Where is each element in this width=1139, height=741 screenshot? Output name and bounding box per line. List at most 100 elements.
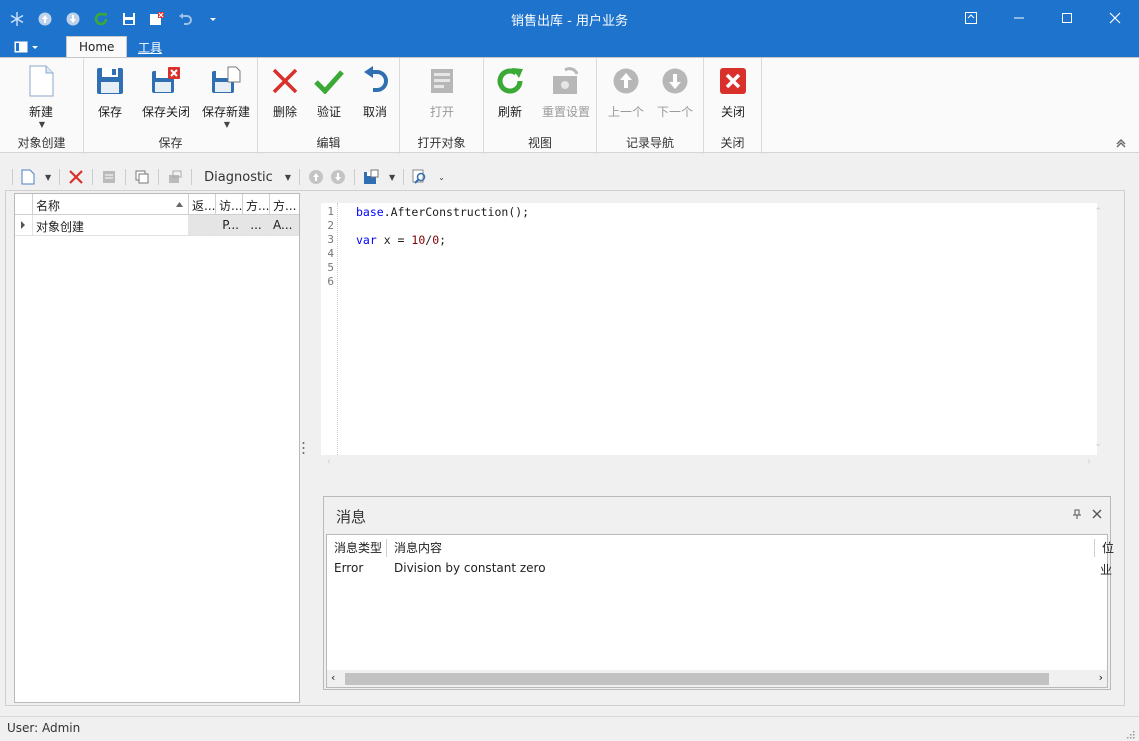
group-view: 刷新 重置设置 视图 [484,58,597,154]
group-edit: 删除 验证 取消 编辑 [258,58,400,154]
cell-access: P... [216,215,243,235]
scroll-left-icon[interactable]: ‹ [331,671,335,684]
panel-splitter-handle[interactable] [302,441,305,455]
refresh-button[interactable]: 刷新 [486,64,534,120]
open-button[interactable]: 打开 [418,64,466,120]
previous-record-button[interactable]: 上一个 [602,64,650,120]
horizontal-scrollbar[interactable]: ‹ › [327,670,1107,687]
save-item-button[interactable]: ▼ [360,166,398,188]
scrollbar-thumb[interactable] [345,673,1049,685]
diagnostic-dropdown[interactable]: Diagnostic ▼ [197,166,294,188]
minimize-icon[interactable] [995,0,1043,36]
find-button[interactable]: ⌄ [409,166,448,188]
save-close-button[interactable]: 保存关闭 [138,64,194,120]
code-editor[interactable]: 1 2 3 4 5 6 base.AfterConstruction(); va… [321,203,1102,467]
save-new-button[interactable]: 保存新建 ▼ [198,64,254,129]
reset-settings-button[interactable]: 重置设置 [536,64,596,120]
new-document-icon [21,169,35,185]
application-menu-button[interactable] [14,38,50,56]
group-record-navigation: 上一个 下一个 记录导航 [597,58,704,154]
cell-message-content: Division by constant zero [394,561,546,575]
line-number: 2 [327,219,334,232]
line-number: 6 [327,275,334,288]
list-button[interactable] [98,166,120,188]
messages-table: 消息类型 消息内容 位 Error Division by constant z… [326,534,1114,688]
toolbar-separator [125,169,127,185]
cell-return [189,215,216,235]
delete-label: 删除 [272,105,297,119]
line-number: 4 [327,247,334,260]
close-panel-icon[interactable] [1092,508,1102,522]
code-token-var: var [356,233,377,247]
copy-button[interactable] [131,166,153,188]
reset-settings-label: 重置设置 [541,105,590,119]
new-button[interactable]: 新建 ▼ [17,64,65,129]
new-item-button[interactable]: ▼ [18,166,54,188]
group-close: 关闭 关闭 [704,58,762,154]
group-label-record-navigation: 记录导航 [625,136,674,150]
sort-ascending-icon [175,198,184,212]
link-button[interactable] [164,166,186,188]
code-line-1: base.AfterConstruction(); [356,205,529,219]
next-record-button[interactable]: 下一个 [651,64,699,120]
arrow-down-circle-icon [658,64,692,98]
cell-method-1: ... [243,215,270,235]
save-button[interactable]: 保存 [86,64,134,120]
expand-row-icon[interactable] [15,215,33,235]
resize-grip-icon[interactable] [1125,728,1135,739]
column-header-method-1[interactable]: 方... [243,194,270,214]
save-close-label: 保存关闭 [141,105,190,119]
arrow-up-circle-icon [308,170,323,184]
column-header-name[interactable]: 名称 [33,194,189,214]
code-token-number: 10 [411,233,426,247]
column-header-message-content[interactable]: 消息内容 [389,539,1095,557]
scroll-right-icon[interactable]: › [1099,671,1103,684]
tab-tools[interactable]: 工具 [126,36,174,58]
group-object-create: 新建 ▼ 对象创建 [0,58,84,154]
cell-name: 对象创建 [33,215,189,235]
save-copy-icon [363,169,379,184]
close-button[interactable]: 关闭 [709,64,757,120]
group-save: 保存 保存关闭 保存新建 ▼ 保存 [84,58,258,154]
copy-icon [135,170,149,184]
next-record-label: 下一个 [656,105,693,119]
column-header-access[interactable]: 访... [216,194,243,214]
chevron-down-icon: ▼ [388,172,396,182]
pin-icon[interactable] [1072,508,1082,522]
cell-message-type: Error [334,561,364,575]
scroll-right-icon[interactable]: › [1087,457,1091,467]
ribbon: 新建 ▼ 对象创建 保存 保存关闭 保存新建 ▼ 保存 删除 验证 取消 编辑 … [0,57,1139,154]
move-up-button[interactable] [305,166,327,188]
collapse-ribbon-icon[interactable] [1115,136,1127,148]
restore-layout-icon[interactable] [947,0,995,36]
window-controls [947,0,1139,36]
scroll-up-icon[interactable]: ⌃ [1094,207,1102,217]
cancel-button[interactable]: 取消 [351,64,399,120]
move-down-button[interactable] [327,166,349,188]
table-row[interactable]: 对象创建 P... ... A... [15,215,299,236]
group-label-close: 关闭 [720,136,745,150]
validate-button[interactable]: 验证 [305,64,353,120]
group-label-open-object: 打开对象 [417,136,466,150]
scroll-down-icon[interactable]: ⌄ [1094,439,1102,449]
column-header-return[interactable]: 返... [189,194,216,214]
column-header-position[interactable]: 位 [1097,539,1114,557]
delete-button[interactable]: 删除 [261,64,309,120]
arrow-up-circle-icon [609,64,643,98]
column-header-method-2[interactable]: 方... [270,194,299,214]
close-window-icon[interactable] [1091,0,1139,36]
tab-home[interactable]: Home [66,36,128,58]
maximize-icon[interactable] [1043,0,1091,36]
arrow-down-circle-icon [330,170,345,184]
code-line-3: var x = 10/0; [356,233,529,247]
editor-toolbar: ▼ Diagnostic ▼ ▼ ⌄ [12,166,448,188]
ribbon-tabs: Home 工具 [0,36,1139,58]
open-label: 打开 [429,105,454,119]
column-header-message-type[interactable]: 消息类型 [329,539,387,557]
toolbar-separator [12,169,13,185]
save-label: 保存 [97,105,122,119]
delete-item-button[interactable] [65,166,87,188]
scroll-left-icon[interactable]: ‹ [327,457,331,467]
